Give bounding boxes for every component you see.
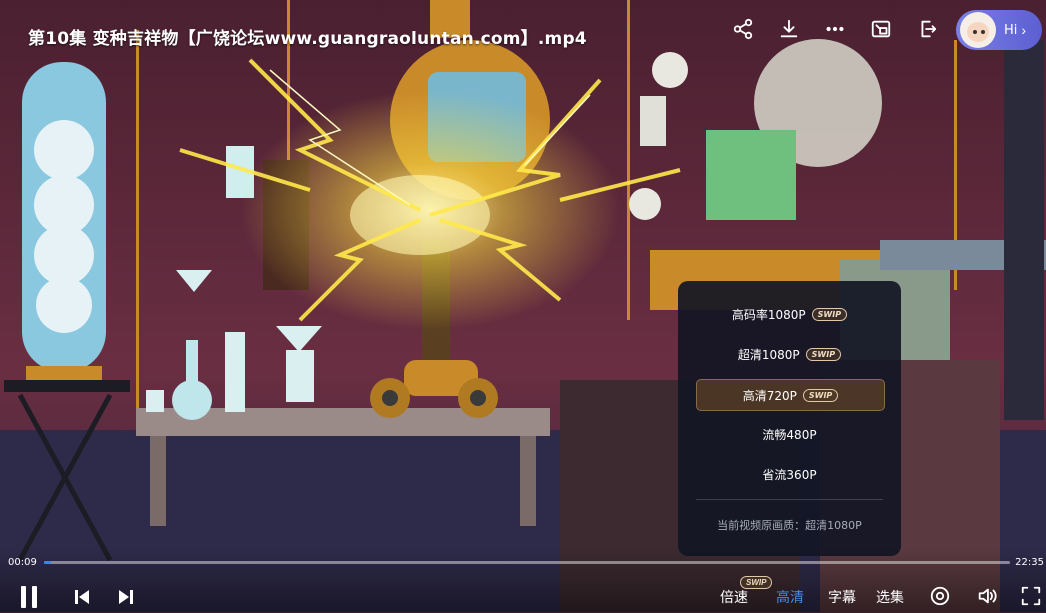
target-icon bbox=[930, 586, 950, 606]
progress-fill bbox=[44, 561, 51, 564]
original-quality-note: 当前视频原画质：超清1080P bbox=[717, 519, 862, 532]
hi-label: Hi bbox=[1004, 22, 1018, 38]
volume-icon bbox=[978, 588, 997, 604]
pip-icon[interactable] bbox=[868, 16, 894, 42]
quality-menu: 高码率1080P SWIP 超清1080P SWIP 高清720P SWIP 流… bbox=[678, 281, 901, 556]
next-button[interactable] bbox=[118, 589, 134, 610]
quality-option-label: 高清720P bbox=[742, 388, 797, 403]
skip-next-icon bbox=[119, 590, 133, 604]
progress-bar[interactable] bbox=[44, 561, 1010, 564]
exit-icon[interactable] bbox=[914, 16, 940, 42]
avatar bbox=[960, 12, 996, 48]
quality-button[interactable]: 高清 bbox=[776, 587, 804, 607]
swip-badge: SWIP bbox=[805, 347, 842, 361]
speed-button[interactable]: 倍速 bbox=[720, 587, 748, 607]
quality-option-480p[interactable]: 流畅480P bbox=[696, 419, 883, 449]
quality-option-label: 省流360P bbox=[762, 467, 817, 482]
assistant-avatar-button[interactable]: Hi › bbox=[956, 10, 1042, 50]
chevron-right-icon: › bbox=[1021, 22, 1027, 38]
swip-badge: SWIP bbox=[811, 307, 848, 321]
top-toolbar bbox=[730, 16, 940, 42]
more-icon[interactable] bbox=[822, 16, 848, 42]
quality-option-1080p[interactable]: 超清1080P SWIP bbox=[696, 339, 883, 369]
menu-divider bbox=[696, 499, 883, 500]
danmaku-button[interactable] bbox=[929, 585, 951, 612]
quality-option-360p[interactable]: 省流360P bbox=[696, 459, 883, 489]
quality-option-label: 超清1080P bbox=[737, 347, 800, 362]
volume-button[interactable] bbox=[975, 585, 999, 612]
pause-button[interactable] bbox=[20, 586, 38, 613]
previous-button[interactable] bbox=[74, 589, 90, 610]
quality-option-label: 流畅480P bbox=[762, 427, 817, 442]
fullscreen-icon bbox=[1021, 586, 1041, 606]
swip-badge: SWIP bbox=[802, 388, 839, 402]
quality-option-720p[interactable]: 高清720P SWIP bbox=[696, 379, 885, 411]
subtitle-button[interactable]: 字幕 bbox=[828, 587, 856, 607]
share-icon[interactable] bbox=[730, 16, 756, 42]
current-time: 00:09 bbox=[8, 557, 37, 568]
fullscreen-button[interactable] bbox=[1020, 585, 1042, 612]
skip-previous-icon bbox=[75, 590, 89, 604]
video-title: 第10集 变种吉祥物【广饶论坛www.guangraoluntan.com】.m… bbox=[28, 29, 587, 49]
episodes-button[interactable]: 选集 bbox=[876, 587, 904, 607]
quality-option-label: 高码率1080P bbox=[731, 307, 806, 322]
quality-option-1080p-high-bitrate[interactable]: 高码率1080P SWIP bbox=[696, 299, 883, 329]
duration: 22:35 bbox=[1015, 557, 1044, 568]
download-icon[interactable] bbox=[776, 16, 802, 42]
pause-icon bbox=[21, 586, 37, 608]
